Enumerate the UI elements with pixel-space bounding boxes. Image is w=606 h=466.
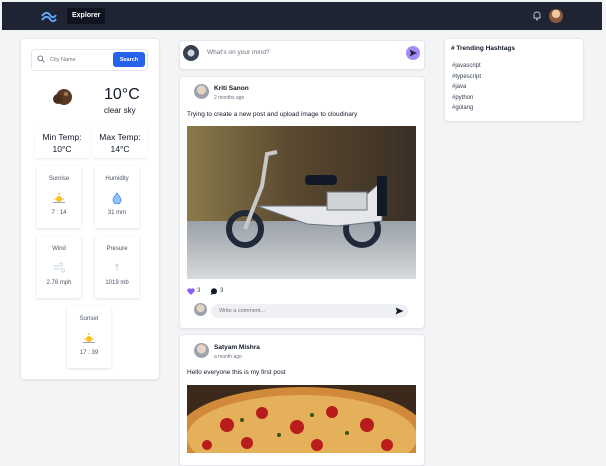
post-text: Hello everyone this is my first post [187,369,286,376]
send-icon[interactable] [395,307,404,315]
post-text: Trying to create a new post and upload i… [187,111,358,118]
wind-tile: Wind 2.78 mph [37,236,81,298]
hashtag-item[interactable]: #javascript [452,63,481,69]
min-temp-box: Min Temp: 10°C [35,128,89,158]
post-image-pizza[interactable] [187,385,416,453]
tile-label: Humidity [105,176,129,182]
hashtag-item[interactable]: #typescript [452,74,481,80]
pressure-tile: Presure 1019 mb [95,236,139,298]
bell-icon[interactable] [533,11,541,21]
commenter-avatar [194,303,207,316]
sunrise-tile: Sunrise 7 : 14 [37,166,81,228]
wind-icon [54,262,65,273]
sunrise-icon [53,193,65,203]
pressure-icon [114,263,120,271]
tile-label: Sunset [79,316,99,322]
min-temp-label: Min Temp: [42,132,82,142]
weather-condition-icon [53,89,72,105]
composer-avatar [183,45,199,61]
logo-icon[interactable] [41,11,57,23]
comment-box [211,304,408,318]
search-icon [37,55,45,63]
comment-icon[interactable] [210,288,218,295]
tile-value: 1019 mb [105,280,129,286]
max-temp-box: Max Temp: 14°C [93,128,147,158]
tile-label: Presure [106,246,128,252]
post-author-name[interactable]: Kriti Sanon [214,85,249,92]
tile-value: 2.78 mph [46,280,72,286]
tile-label: Wind [52,246,66,252]
trending-title: # Trending Hashtags [451,45,515,52]
composer-input[interactable]: What's on your mind? [207,49,270,56]
max-temp-value: 14°C [110,144,130,154]
hashtag-item[interactable]: #golang [452,105,473,111]
like-count: 3 [197,288,201,294]
droplet-icon [112,192,122,204]
tile-value: 17 : 39 [79,350,99,356]
post-timestamp: a month ago [214,354,242,360]
post-author-avatar[interactable] [194,84,209,99]
post-timestamp: 2 months ago [214,95,245,101]
sunset-tile: Sunset 17 : 39 [67,306,111,368]
post-image-scooter[interactable] [187,126,416,279]
current-temperature: 10°C [104,86,140,103]
max-temp-label: Max Temp: [99,132,141,142]
post-author-name[interactable]: Satyam Mishra [214,344,260,351]
user-avatar[interactable] [549,9,563,23]
comment-count: 3 [220,288,224,294]
comment-input[interactable] [219,306,379,316]
tile-value: 31 mm [107,210,127,216]
brand-label[interactable]: Explorer [67,8,106,24]
city-search-input[interactable] [50,53,108,66]
search-button[interactable]: Search [113,52,145,67]
city-search: Search [31,49,148,71]
hashtag-item[interactable]: #python [452,95,473,101]
post-author-avatar[interactable] [194,343,209,358]
min-temp-value: 10°C [52,144,72,154]
tile-value: 7 : 14 [51,210,67,216]
send-icon [409,49,417,57]
hashtag-item[interactable]: #java [452,84,466,90]
weather-condition: clear sky [104,106,136,115]
composer-send-button[interactable] [406,46,420,60]
tile-label: Sunrise [48,176,70,182]
sunset-icon [83,333,95,343]
humidity-tile: Humidity 31 mm [95,166,139,228]
heart-icon[interactable] [187,288,195,295]
